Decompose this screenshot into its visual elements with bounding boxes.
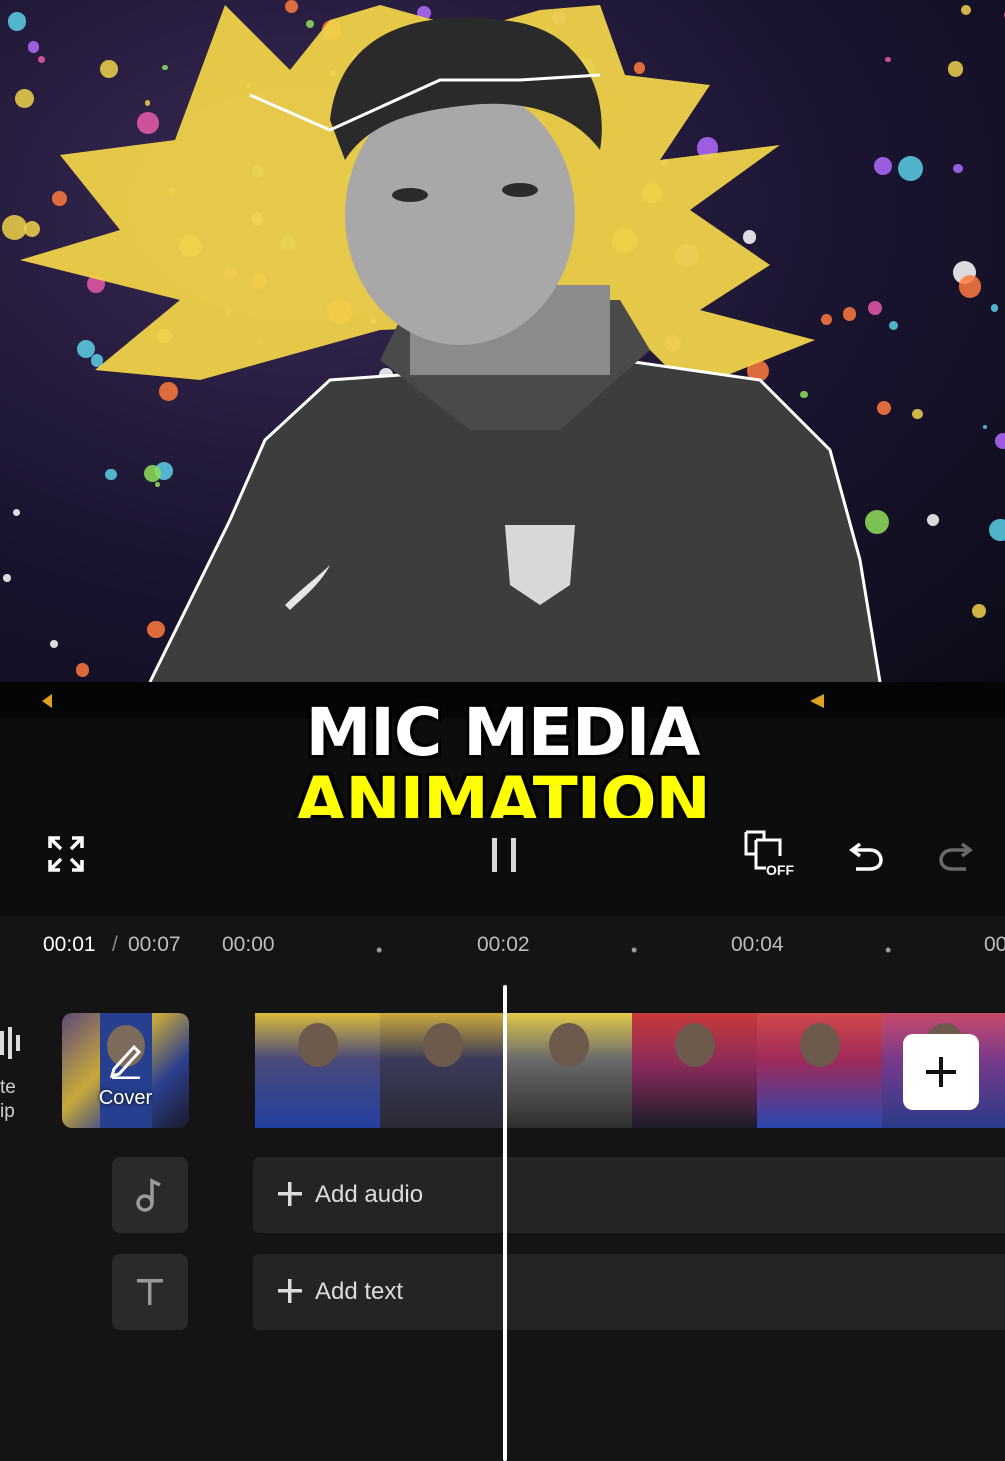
clip-thumbnail-figure [548,1023,589,1067]
ruler-label: 00:00 [222,933,275,956]
clip-thumbnail [380,1013,505,1128]
ruler-label: 00:02 [477,933,530,956]
edit-pencil-icon [109,1044,142,1079]
ruler-dot: • [885,940,892,960]
plus-icon [278,1182,302,1206]
keyframe-off-label: OFF [766,862,794,878]
video-preview[interactable] [0,0,1005,682]
playhead[interactable] [503,985,507,1461]
clip-thumbnail-figure [297,1023,338,1067]
text-t-icon [137,1279,163,1305]
add-text-label: Add text [315,1278,404,1305]
time-separator: / [112,933,118,956]
text-track-icon [112,1254,188,1330]
plus-icon [278,1279,302,1303]
overlay-title-line1: MIC MEDIA [305,694,701,771]
pause-icon[interactable] [472,822,536,886]
clip-thumbnail-figure [422,1023,463,1067]
ruler-dot: • [631,940,638,960]
add-text-button[interactable]: Add text [253,1254,1005,1330]
undo-icon[interactable] [834,822,898,886]
cover-button[interactable]: Cover [62,1013,189,1128]
playback-toolbar: OFF [0,818,1005,916]
current-time: 00:01 [43,933,96,956]
music-note-icon [136,1178,161,1212]
mute-label-line2: ip [0,1101,15,1122]
plus-icon [926,1057,956,1087]
clip-thumbnail [757,1013,882,1128]
mute-clip-label[interactable]: te ip [0,1076,16,1124]
player-photo [148,17,882,682]
clip-thumbnail [255,1013,380,1128]
total-time: 00:07 [128,933,181,956]
mute-audio-icon[interactable] [0,1025,22,1061]
keyframe-off-icon[interactable]: OFF [734,822,798,886]
add-audio-button[interactable]: Add audio [253,1157,1005,1233]
ruler-label: 00 [984,933,1005,956]
clip-thumbnail-figure [674,1023,715,1067]
ruler-dot: • [376,940,383,960]
mute-label-line1: te [0,1077,16,1098]
clip-thumbnail [505,1013,632,1128]
ruler-label: 00:04 [731,933,784,956]
clip-thumbnail-figure [799,1023,840,1067]
cover-label: Cover [98,1087,153,1109]
audio-track-icon [112,1157,188,1233]
clip-thumbnail [632,1013,757,1128]
add-clip-button[interactable] [903,1034,979,1110]
fullscreen-icon[interactable] [34,822,98,886]
video-clip-track[interactable] [255,1013,1005,1128]
add-audio-label: Add audio [315,1181,424,1208]
redo-icon[interactable] [924,822,988,886]
